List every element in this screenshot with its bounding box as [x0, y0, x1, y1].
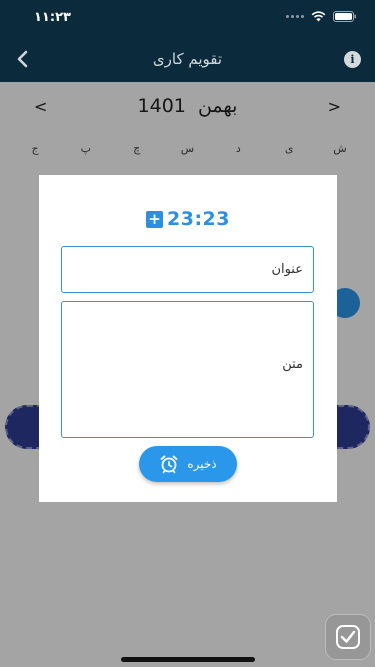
- body-field[interactable]: [61, 301, 314, 438]
- signal-icon: [286, 15, 304, 18]
- save-button[interactable]: ذخیره: [139, 446, 237, 482]
- checkmark-badge-icon: [336, 625, 360, 649]
- wifi-icon: [311, 11, 326, 22]
- alarm-clock-icon: [160, 455, 178, 474]
- title-field[interactable]: [61, 246, 314, 293]
- floating-action-button[interactable]: [325, 614, 371, 660]
- event-time[interactable]: 23:23: [167, 208, 230, 230]
- navigation-bar: تقویم کاری i: [0, 36, 375, 82]
- page-title: تقویم کاری: [152, 50, 223, 68]
- add-event-dialog: + 23:23 ذخیره: [39, 175, 337, 502]
- save-label: ذخیره: [187, 457, 217, 471]
- status-time: ١١:٢٣: [34, 10, 71, 25]
- info-icon[interactable]: i: [344, 51, 361, 68]
- home-indicator[interactable]: [121, 657, 255, 662]
- status-bar: ١١:٢٣: [0, 0, 375, 36]
- plus-square-icon[interactable]: +: [146, 210, 163, 228]
- time-row: + 23:23: [39, 208, 337, 230]
- battery-icon: [333, 11, 356, 22]
